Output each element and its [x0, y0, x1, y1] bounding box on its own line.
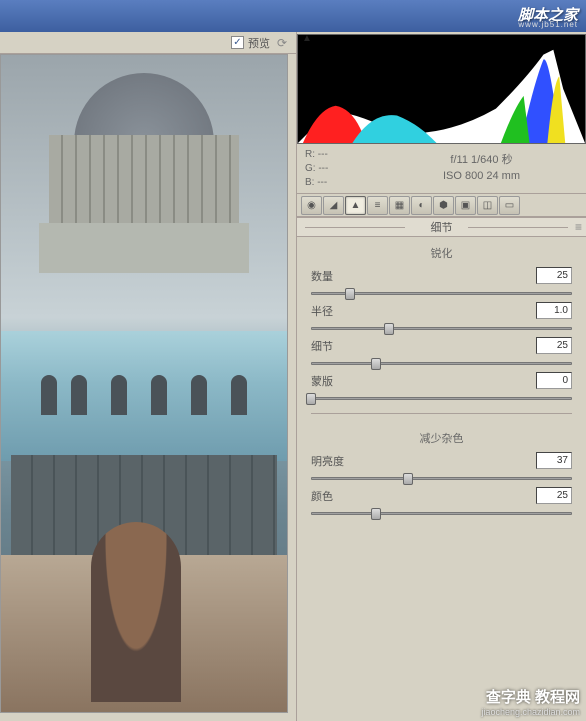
refresh-icon[interactable]: ⟳ [274, 35, 290, 51]
preview-area [0, 54, 296, 721]
color-slider[interactable] [311, 506, 572, 520]
settings-panel: ▲ R: --- G: --- B: --- f/11 1/640 秒 ISO … [296, 32, 586, 721]
luminance-slider[interactable] [311, 471, 572, 485]
tool-basic-icon[interactable]: ◉ [301, 196, 322, 215]
tool-lens-icon[interactable]: ◐ [411, 196, 432, 215]
rgb-readout: R: --- G: --- B: --- [297, 144, 377, 193]
amount-slider[interactable] [311, 286, 572, 300]
slider-masking: 蒙版 0 [297, 370, 586, 405]
exif-line2: ISO 800 24 mm [381, 168, 582, 184]
masking-value[interactable]: 0 [536, 372, 572, 389]
masking-slider[interactable] [311, 391, 572, 405]
slider-detail: 细节 25 [297, 335, 586, 370]
preview-panel: ✓ 预览 ⟳ [0, 32, 296, 721]
info-row: R: --- G: --- B: --- f/11 1/640 秒 ISO 80… [297, 144, 586, 194]
b-value: B: --- [305, 176, 369, 190]
exif-readout: f/11 1/640 秒 ISO 800 24 mm [377, 144, 586, 193]
tool-preset-icon[interactable]: ◫ [477, 196, 498, 215]
preview-image[interactable] [0, 54, 288, 713]
slider-amount: 数量 25 [297, 265, 586, 300]
exif-line1: f/11 1/640 秒 [381, 152, 582, 168]
tool-camera-icon[interactable]: ▣ [455, 196, 476, 215]
preview-label: 预览 [248, 35, 270, 51]
g-value: G: --- [305, 162, 369, 176]
color-thumb[interactable] [371, 508, 381, 520]
slider-radius: 半径 1.0 [297, 300, 586, 335]
tool-fx-icon[interactable]: ⬢ [433, 196, 454, 215]
tool-detail-icon[interactable]: ▲ [345, 196, 366, 215]
tool-split-icon[interactable]: ▦ [389, 196, 410, 215]
tool-curve-icon[interactable]: ◢ [323, 196, 344, 215]
tool-hsl-icon[interactable]: ≡ [367, 196, 388, 215]
detail-slider[interactable] [311, 356, 572, 370]
luminance-label: 明亮度 [311, 453, 344, 469]
masking-label: 蒙版 [311, 373, 333, 389]
slider-luminance: 明亮度 37 [297, 450, 586, 485]
radius-value[interactable]: 1.0 [536, 302, 572, 319]
preview-toolbar: ✓ 预览 ⟳ [0, 32, 296, 54]
tool-row: ◉ ◢ ▲ ≡ ▦ ◐ ⬢ ▣ ◫ ▭ [297, 194, 586, 217]
panel-tab-label: 细节 [431, 219, 453, 235]
detail-value[interactable]: 25 [536, 337, 572, 354]
panel-tab-detail[interactable]: 细节 ≡ [297, 217, 586, 237]
section-sharpen: 锐化 [297, 237, 586, 265]
detail-thumb[interactable] [371, 358, 381, 370]
watermark-bottom-sub: jiaocheng.chazidian.com [481, 707, 580, 717]
masking-thumb[interactable] [306, 393, 316, 405]
preview-checkbox[interactable]: ✓ [231, 36, 244, 49]
luminance-thumb[interactable] [403, 473, 413, 485]
section-noise: 减少杂色 [297, 422, 586, 450]
radius-label: 半径 [311, 303, 333, 319]
amount-value[interactable]: 25 [536, 267, 572, 284]
amount-thumb[interactable] [345, 288, 355, 300]
watermark-bottom-main: 查字典 教程网 [481, 686, 580, 707]
amount-label: 数量 [311, 268, 333, 284]
detail-label: 细节 [311, 338, 333, 354]
titlebar: 脚本之家 www.jb51.net [0, 0, 586, 32]
radius-thumb[interactable] [384, 323, 394, 335]
r-value: R: --- [305, 148, 369, 162]
histogram-arrow-icon[interactable]: ▲ [302, 33, 312, 44]
panel-menu-icon[interactable]: ≡ [575, 220, 582, 234]
radius-slider[interactable] [311, 321, 572, 335]
color-label: 颜色 [311, 488, 333, 504]
luminance-value[interactable]: 37 [536, 452, 572, 469]
watermark-top-url: www.jb51.net [518, 20, 578, 29]
watermark-bottom: 查字典 教程网 jiaocheng.chazidian.com [481, 686, 580, 717]
tool-snapshot-icon[interactable]: ▭ [499, 196, 520, 215]
divider [311, 413, 572, 414]
slider-color: 颜色 25 [297, 485, 586, 520]
color-value[interactable]: 25 [536, 487, 572, 504]
histogram[interactable]: ▲ [297, 34, 586, 144]
